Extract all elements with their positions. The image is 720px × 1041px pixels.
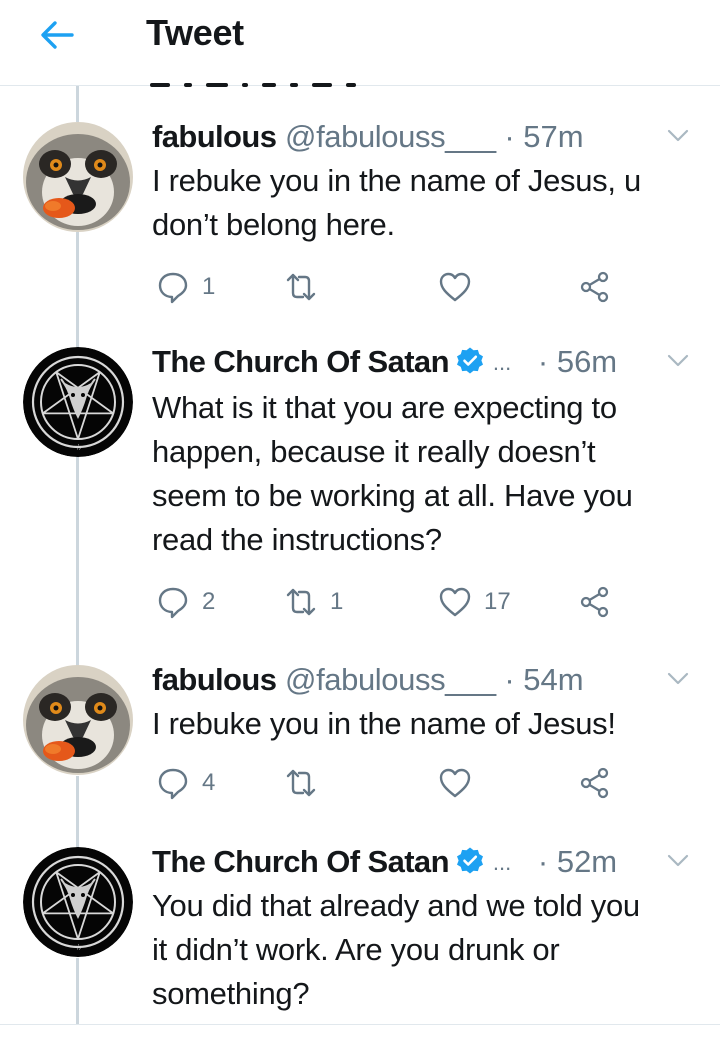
avatar[interactable] [23,665,133,775]
tweet-actions: 1 [156,267,636,307]
like-count: 17 [484,588,511,615]
sigil-of-baphomet-avatar-image: לוי [23,347,133,457]
display-name[interactable]: The Church Of Satan [152,344,450,379]
sigil-of-baphomet-avatar-image: לוי [23,847,133,957]
reply-button[interactable]: 4 [156,763,215,803]
share-button[interactable] [578,582,612,622]
user-handle[interactable]: @fabulouss___ [285,119,496,154]
tweet-header: fabulous @fabulouss___ · 57m [152,117,584,157]
tweet-header: The Church Of Satan... · 56m [152,342,617,382]
thread-line [76,232,79,348]
timestamp[interactable]: 56m [557,344,617,379]
tweet-text-line: happen, because it really doesn’t [152,434,596,469]
thread-line [76,776,79,848]
retweet-button[interactable] [284,763,330,803]
retweet-count: 1 [330,588,344,615]
lemur-avatar-image [23,665,133,775]
avatar[interactable]: לוי [23,347,133,457]
reply-icon [158,768,188,800]
tweet-text-line: I rebuke you in the name of Jesus! [152,706,616,741]
share-icon [580,271,609,303]
like-button[interactable]: 17 [438,582,511,622]
reply-icon [158,272,188,304]
avatar[interactable]: לוי [23,847,133,957]
timestamp[interactable]: 52m [557,844,617,879]
heart-icon [439,587,471,617]
arrow-left-icon [41,21,74,49]
separator-dot: · [504,119,515,154]
retweet-icon [286,588,316,616]
retweet-icon [286,769,316,797]
tweet-text: I rebuke you in the name of Jesus! [152,702,702,746]
avatar[interactable] [23,122,133,232]
reply-count: 1 [202,273,216,300]
share-icon [580,586,609,618]
tweet-text: I rebuke you in the name of Jesus, u don… [152,159,702,247]
chevron-down-icon[interactable] [664,121,692,149]
tweet-actions: 2 1 17 [156,582,636,622]
tweet-text-line: read the instructions? [152,522,442,557]
verified-badge-icon [456,847,483,874]
separator-dot: · [504,662,515,697]
heart-icon [439,272,471,302]
reply-count: 2 [202,588,216,615]
tweet-text-line: it didn’t work. Are you drunk or [152,932,560,967]
thread-line [76,456,79,666]
heart-icon [439,768,471,798]
tweet-text-line: What is it that you are expecting to [152,390,617,425]
separator-dot: · [537,844,549,879]
display-name[interactable]: fabulous [152,662,277,697]
page-title: Tweet [146,12,244,53]
chevron-down-icon[interactable] [664,846,692,874]
display-name[interactable]: The Church Of Satan [152,844,450,879]
chevron-down-icon[interactable] [664,664,692,692]
reply-button[interactable]: 2 [156,582,215,622]
tweet-header: The Church Of Satan... · 52m [152,842,617,882]
share-button[interactable] [578,267,612,307]
timestamp[interactable]: 57m [523,119,583,154]
svg-text:לוי: לוי [75,944,82,952]
share-icon [580,767,609,799]
timestamp[interactable]: 54m [523,662,583,697]
back-button[interactable] [36,14,78,56]
thread-line [76,86,79,122]
thread-line [76,958,79,1024]
separator-dot: · [537,344,549,379]
name-truncation: ... [492,350,512,375]
name-truncation: ... [492,850,512,875]
like-button[interactable] [438,763,484,803]
retweet-icon [286,273,316,301]
tweet-text-line: I rebuke you in the name of Jesus, u [152,163,641,198]
retweet-button[interactable] [284,267,330,307]
divider [0,1024,720,1025]
verified-badge-icon [456,347,483,374]
tweet-text: What is it that you are expecting to hap… [152,386,702,562]
like-button[interactable] [438,267,484,307]
tweet-text-line: You did that already and we told you [152,888,640,923]
reply-button[interactable]: 1 [156,267,215,307]
share-button[interactable] [578,763,612,803]
retweet-button[interactable]: 1 [284,582,343,622]
tweet-text-line: seem to be working at all. Have you [152,478,633,513]
reply-icon [158,587,188,619]
svg-text:לוי: לוי [75,444,82,452]
tweet-actions: 4 [156,763,636,803]
display-name[interactable]: fabulous [152,119,277,154]
reply-count: 4 [202,769,216,796]
user-handle[interactable]: @fabulouss___ [285,662,496,697]
lemur-avatar-image [23,122,133,232]
tweet-header: fabulous @fabulouss___ · 54m [152,660,584,700]
tweet-text-line: don’t belong here. [152,207,395,242]
truncated-previous-tweet [150,74,620,88]
chevron-down-icon[interactable] [664,346,692,374]
tweet-text: You did that already and we told you it … [152,884,702,1016]
tweet-text-line: something? [152,976,310,1011]
